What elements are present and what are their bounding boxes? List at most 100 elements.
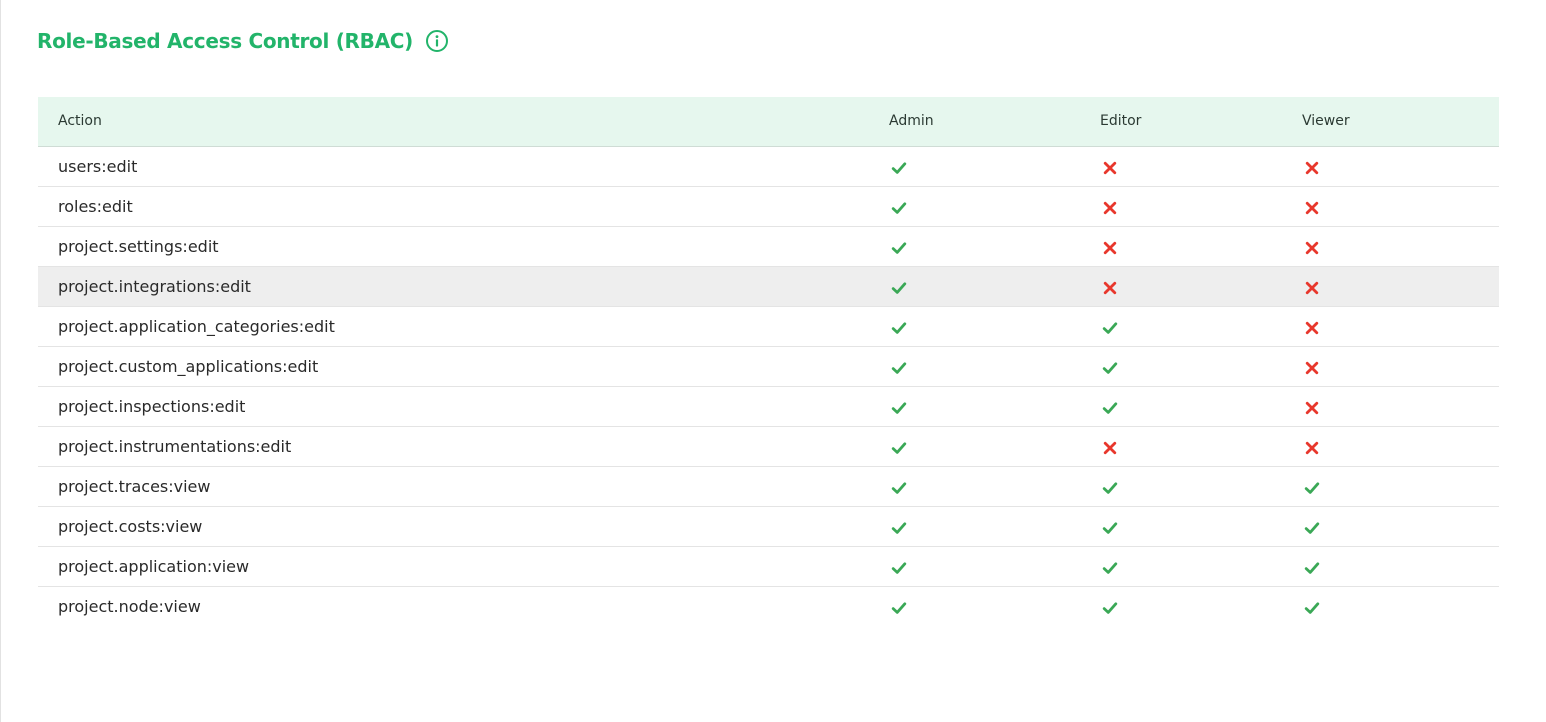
check-icon [891,360,907,376]
rbac-page: Role-Based Access Control (RBAC) Action … [0,0,1546,722]
admin-permission-cell [889,386,1100,426]
admin-permission-cell [889,546,1100,586]
check-icon [891,160,907,176]
check-icon [891,240,907,256]
viewer-permission-cell [1302,386,1499,426]
action-cell: project.application:view [58,556,250,576]
cross-icon [1102,240,1118,256]
info-circle-icon[interactable] [425,29,449,53]
check-icon [1102,520,1118,536]
check-icon [1102,360,1118,376]
admin-permission-cell [889,186,1100,226]
rbac-table-container: Action Admin Editor Viewer users:edit rol… [38,97,1499,626]
viewer-permission-cell [1302,266,1499,306]
action-cell: roles:edit [58,196,133,216]
check-icon [1304,480,1320,496]
cross-icon [1304,320,1320,336]
cross-icon [1102,160,1118,176]
editor-permission-cell [1100,426,1302,466]
check-icon [1304,520,1320,536]
action-cell: project.inspections:edit [58,396,246,416]
check-icon [1102,400,1118,416]
action-cell: project.instrumentations:edit [58,436,292,456]
table-row[interactable]: project.application_categories:edit [38,306,1499,346]
cross-icon [1304,280,1320,296]
column-header-viewer[interactable]: Viewer [1302,97,1499,147]
table-body: users:edit roles:edit project.settings:edi… [38,146,1499,626]
check-icon [1102,560,1118,576]
table-row[interactable]: project.traces:view [38,466,1499,506]
admin-permission-cell [889,586,1100,626]
check-icon [891,320,907,336]
check-icon [891,400,907,416]
action-cell: project.integrations:edit [58,276,251,296]
table-row[interactable]: project.costs:view [38,506,1499,546]
admin-permission-cell [889,506,1100,546]
cross-icon [1102,280,1118,296]
viewer-permission-cell [1302,586,1499,626]
cross-icon [1304,160,1320,176]
rbac-table: Action Admin Editor Viewer users:edit rol… [38,97,1499,626]
action-cell: project.traces:view [58,476,211,496]
check-icon [891,440,907,456]
viewer-permission-cell [1302,186,1499,226]
check-icon [1102,480,1118,496]
action-cell: project.application_categories:edit [58,316,335,336]
editor-permission-cell [1100,346,1302,386]
editor-permission-cell [1100,146,1302,186]
page-title: Role-Based Access Control (RBAC) [37,29,413,53]
table-row[interactable]: users:edit [38,146,1499,186]
check-icon [891,200,907,216]
admin-permission-cell [889,226,1100,266]
editor-permission-cell [1100,266,1302,306]
check-icon [1304,560,1320,576]
table-header-row: Action Admin Editor Viewer [38,97,1499,147]
table-row[interactable]: project.integrations:edit [38,266,1499,306]
editor-permission-cell [1100,586,1302,626]
admin-permission-cell [889,146,1100,186]
admin-permission-cell [889,346,1100,386]
cross-icon [1102,440,1118,456]
viewer-permission-cell [1302,146,1499,186]
editor-permission-cell [1100,186,1302,226]
check-icon [891,520,907,536]
column-header-action[interactable]: Action [38,97,889,147]
table-row[interactable]: project.settings:edit [38,226,1499,266]
action-cell: project.settings:edit [58,236,219,256]
viewer-permission-cell [1302,226,1499,266]
admin-permission-cell [889,426,1100,466]
table-row[interactable]: project.custom_applications:edit [38,346,1499,386]
table-row[interactable]: roles:edit [38,186,1499,226]
editor-permission-cell [1100,506,1302,546]
viewer-permission-cell [1302,466,1499,506]
action-cell: users:edit [58,156,138,176]
table-row[interactable]: project.node:view [38,586,1499,626]
action-cell: project.custom_applications:edit [58,356,319,376]
viewer-permission-cell [1302,306,1499,346]
check-icon [891,560,907,576]
table-row[interactable]: project.application:view [38,546,1499,586]
check-icon [891,600,907,616]
cross-icon [1304,440,1320,456]
cross-icon [1304,360,1320,376]
table-row[interactable]: project.instrumentations:edit [38,426,1499,466]
editor-permission-cell [1100,306,1302,346]
table-row[interactable]: project.inspections:edit [38,386,1499,426]
action-cell: project.costs:view [58,516,203,536]
cross-icon [1304,400,1320,416]
viewer-permission-cell [1302,426,1499,466]
editor-permission-cell [1100,546,1302,586]
cross-icon [1102,200,1118,216]
viewer-permission-cell [1302,346,1499,386]
check-icon [891,280,907,296]
page-header: Role-Based Access Control (RBAC) [37,24,449,58]
editor-permission-cell [1100,386,1302,426]
column-header-admin[interactable]: Admin [889,97,1100,147]
column-header-editor[interactable]: Editor [1100,97,1302,147]
cross-icon [1304,240,1320,256]
check-icon [1102,600,1118,616]
editor-permission-cell [1100,466,1302,506]
editor-permission-cell [1100,226,1302,266]
cross-icon [1304,200,1320,216]
admin-permission-cell [889,306,1100,346]
